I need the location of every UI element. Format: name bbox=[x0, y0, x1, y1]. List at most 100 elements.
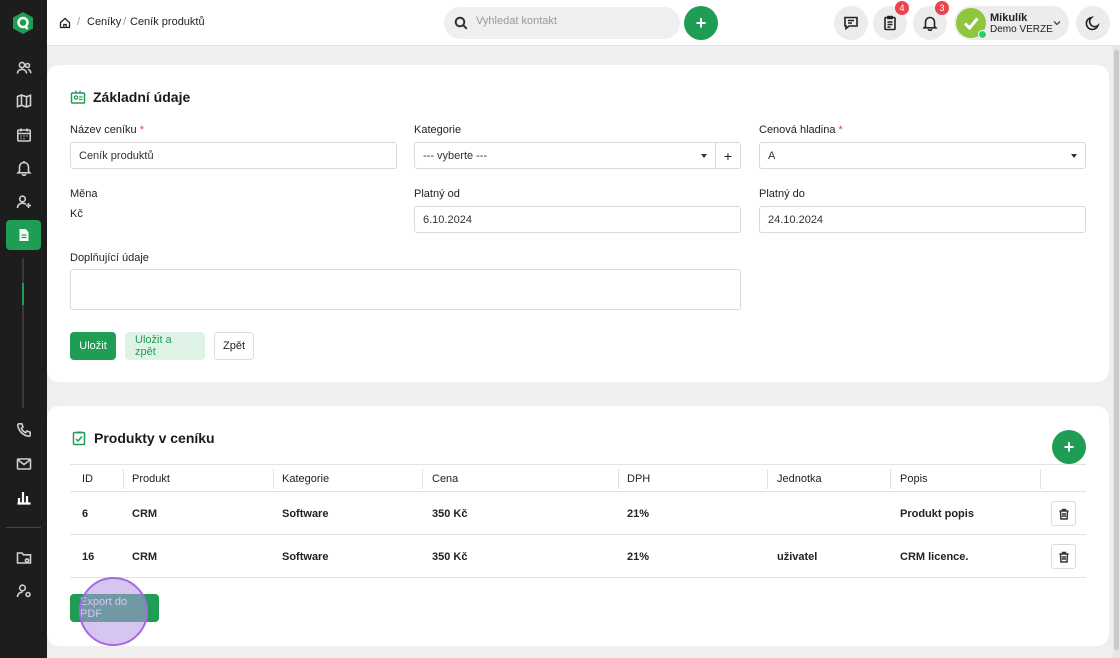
search-box[interactable] bbox=[444, 7, 680, 39]
folder-icon[interactable] bbox=[12, 546, 36, 570]
breadcrumb-current: Ceník produktů bbox=[130, 16, 205, 28]
column-header[interactable]: Jednotka bbox=[777, 473, 822, 485]
cell-vat: 21% bbox=[627, 508, 650, 520]
sidebar bbox=[0, 0, 47, 658]
delete-button[interactable] bbox=[1051, 501, 1076, 526]
moon-icon bbox=[1085, 16, 1100, 31]
scrollbar-thumb[interactable] bbox=[1114, 50, 1119, 650]
chat-button[interactable] bbox=[834, 6, 868, 40]
chevron-down-icon bbox=[1053, 21, 1061, 26]
price-list-name-input[interactable]: Ceník produktů bbox=[70, 142, 397, 169]
category-value: --- vyberte --- bbox=[423, 149, 488, 162]
cell-unit: uživatel bbox=[777, 551, 818, 563]
save-button[interactable]: Uložit bbox=[70, 332, 116, 360]
column-divider bbox=[123, 469, 124, 489]
column-header[interactable]: Kategorie bbox=[282, 473, 329, 485]
add-product-button[interactable]: + bbox=[1052, 430, 1086, 464]
extra-info-textarea[interactable] bbox=[70, 269, 741, 310]
check-icon bbox=[963, 17, 979, 31]
trash-icon bbox=[1059, 551, 1068, 563]
user-menu[interactable]: Mikulík Demo VERZE bbox=[954, 6, 1069, 40]
id-card-icon bbox=[70, 90, 86, 104]
breadcrumb-separator: / bbox=[77, 16, 81, 28]
cell-category: Software bbox=[282, 551, 329, 563]
theme-toggle-button[interactable] bbox=[1076, 6, 1110, 40]
submenu-active-indicator bbox=[22, 283, 24, 305]
column-header[interactable]: Popis bbox=[900, 473, 928, 485]
calendar-icon[interactable] bbox=[12, 123, 36, 147]
table-row[interactable]: 6 CRM Software 350 Kč 21% Produkt popis bbox=[70, 492, 1086, 535]
map-icon[interactable] bbox=[12, 89, 36, 113]
top-bar: / Ceníky / Ceník produktů + 4 3 Mikulík … bbox=[47, 0, 1120, 46]
cell-id: 16 bbox=[82, 551, 95, 563]
user-add-icon[interactable] bbox=[12, 190, 36, 214]
home-icon[interactable] bbox=[59, 17, 71, 29]
notifications-button[interactable]: 3 bbox=[913, 1, 949, 40]
category-label: Kategorie bbox=[414, 124, 462, 136]
currency-value: Kč bbox=[70, 208, 83, 220]
cell-price: 350 Kč bbox=[432, 508, 468, 520]
notifications-badge: 3 bbox=[935, 1, 949, 15]
avatar bbox=[956, 8, 987, 39]
section-title: Základní údaje bbox=[93, 89, 191, 105]
app-logo[interactable] bbox=[11, 11, 35, 35]
column-header[interactable]: ID bbox=[82, 473, 93, 485]
section-title: Produkty v ceníku bbox=[94, 430, 215, 446]
products-card: Produkty v ceníku + ID Produkt Kategorie… bbox=[47, 406, 1109, 646]
phone-icon[interactable] bbox=[12, 418, 36, 442]
search-icon bbox=[454, 16, 468, 30]
save-and-back-button[interactable]: Uložit a zpět bbox=[125, 332, 205, 360]
sidebar-divider bbox=[6, 527, 41, 528]
column-header[interactable]: Cena bbox=[432, 473, 458, 485]
export-pdf-button[interactable]: Export do PDF bbox=[70, 594, 159, 622]
online-status-dot bbox=[978, 30, 987, 39]
valid-to-input[interactable]: 24.10.2024 bbox=[759, 206, 1086, 233]
user-role: Demo VERZE bbox=[990, 24, 1053, 35]
column-header[interactable]: DPH bbox=[627, 473, 650, 485]
category-select[interactable]: --- vyberte --- bbox=[414, 142, 716, 169]
price-list-name-label: Název ceníku * bbox=[70, 124, 144, 136]
basic-info-card: Základní údaje Název ceníku * Ceník prod… bbox=[47, 65, 1109, 382]
table-header: ID Produkt Kategorie Cena DPH Jednotka P… bbox=[70, 464, 1086, 492]
column-header[interactable]: Produkt bbox=[132, 473, 170, 485]
valid-to-label: Platný do bbox=[759, 188, 805, 200]
column-divider bbox=[890, 469, 891, 489]
breadcrumb-separator: / bbox=[123, 16, 127, 28]
mail-icon[interactable] bbox=[12, 452, 36, 476]
user-name: Mikulík bbox=[990, 12, 1028, 24]
clipboard-check-icon bbox=[72, 431, 86, 446]
back-button[interactable]: Zpět bbox=[214, 332, 254, 360]
valid-from-label: Platný od bbox=[414, 188, 460, 200]
search-input[interactable] bbox=[476, 15, 666, 27]
trash-icon bbox=[1059, 508, 1068, 520]
quick-add-button[interactable]: + bbox=[684, 6, 718, 40]
breadcrumb-item[interactable]: Ceníky bbox=[87, 16, 121, 28]
delete-button[interactable] bbox=[1051, 544, 1076, 569]
cell-category: Software bbox=[282, 508, 329, 520]
contacts-icon[interactable] bbox=[12, 56, 36, 80]
table-row[interactable]: 16 CRM Software 350 Kč 21% uživatel CRM … bbox=[70, 535, 1086, 578]
dropdown-arrow-icon bbox=[701, 154, 707, 158]
user-settings-icon[interactable] bbox=[12, 579, 36, 603]
cell-description: CRM licence. bbox=[900, 551, 969, 563]
chart-icon[interactable] bbox=[12, 485, 36, 509]
bell-icon bbox=[922, 16, 938, 31]
cell-product: CRM bbox=[132, 551, 158, 563]
add-category-button[interactable]: + bbox=[715, 142, 741, 169]
column-divider bbox=[273, 469, 274, 489]
cell-id: 6 bbox=[82, 508, 89, 520]
currency-label: Měna bbox=[70, 188, 98, 200]
cell-price: 350 Kč bbox=[432, 551, 468, 563]
clipboard-icon bbox=[884, 15, 896, 31]
column-divider bbox=[767, 469, 768, 489]
tasks-badge: 4 bbox=[895, 1, 909, 15]
bell-icon[interactable] bbox=[12, 156, 36, 180]
document-icon[interactable] bbox=[6, 220, 41, 250]
tasks-button[interactable]: 4 bbox=[873, 1, 909, 40]
chat-icon bbox=[844, 16, 858, 31]
price-level-label: Cenová hladina * bbox=[759, 124, 843, 136]
valid-from-input[interactable]: 6.10.2024 bbox=[414, 206, 741, 233]
price-level-value: A bbox=[768, 149, 776, 162]
dropdown-arrow-icon bbox=[1071, 154, 1077, 158]
price-level-select[interactable]: A bbox=[759, 142, 1086, 169]
